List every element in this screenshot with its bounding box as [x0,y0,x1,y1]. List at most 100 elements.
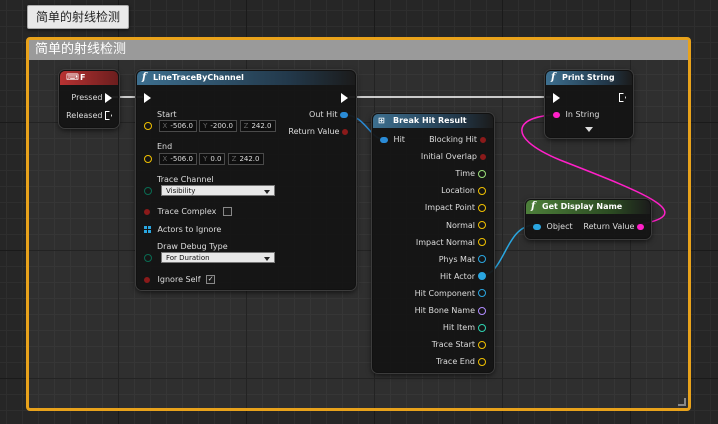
break-output-row: Phys Mat [439,254,486,266]
break-output-row: Initial Overlap [421,151,486,163]
ignore-self-checkbox[interactable]: ✓ [206,275,216,284]
break-output-pin[interactable] [478,255,486,264]
break-output-pin[interactable] [480,136,486,143]
function-icon: f [551,72,556,83]
end-x-field[interactable]: X -506.0 [158,153,197,165]
start-vector-pin[interactable] [144,122,152,130]
out-hit-label: Out Hit [309,110,338,119]
get-display-name-node[interactable]: f Get Display Name Object Return Value [525,199,651,239]
key-f-node-title: F [80,73,86,82]
hit-struct-pin[interactable] [380,136,388,143]
return-value-bool-pin[interactable] [342,128,348,135]
break-output-label: Impact Normal [415,237,475,247]
break-output-row: Impact Point [425,202,486,214]
break-output-label: Hit Bone Name [414,306,475,315]
expand-arrow-icon[interactable] [585,127,593,132]
end-z-field[interactable]: Z 242.0 [227,153,264,165]
trace-channel-pin-row [144,185,152,197]
start-y-field[interactable]: Y -200.0 [199,120,238,132]
key-f-node[interactable]: ⌨ F Pressed Released [59,70,119,128]
break-output-pin[interactable] [480,153,486,160]
break-output-pin[interactable] [478,169,486,178]
draw-debug-type-pin[interactable] [144,253,152,262]
break-hit-header[interactable]: ⊞ Break Hit Result [373,114,493,128]
released-label: Released [66,111,103,120]
display-name-return-row: Return Value [583,221,644,233]
break-output-row: Time [455,168,486,180]
in-string-row: In String [553,109,599,121]
trace-exec-in-pin[interactable] [144,92,151,103]
end-vector-pin[interactable] [144,155,152,163]
trace-channel-pin[interactable] [144,186,152,195]
function-icon: f [531,201,536,212]
break-output-pin[interactable] [478,186,486,195]
break-output-pin[interactable] [478,203,486,212]
line-trace-node[interactable]: f LineTraceByChannel Start X -506.0 Y -200… [136,70,356,290]
start-x-field[interactable]: X -506.0 [158,120,197,132]
break-output-pin[interactable] [478,340,486,349]
print-exec-out-pin[interactable] [619,93,626,102]
break-output-row: Hit Item [443,322,486,334]
break-output-label: Normal [446,220,475,230]
pressed-exec-pin[interactable] [105,92,112,103]
break-output-row: Trace Start [432,339,486,351]
draw-debug-type-dropdown[interactable]: For Duration [161,252,275,263]
pressed-row: Pressed [71,92,112,104]
trace-complex-label: Trace Complex [157,207,217,216]
line-trace-title: LineTraceByChannel [153,73,244,82]
trace-exec-out-pin[interactable] [341,92,348,103]
object-input-row: Object [533,221,573,233]
break-output-row: Trace End [436,356,486,368]
return-value-row: Return Value [288,126,348,138]
trace-complex-pin[interactable] [144,208,150,215]
hit-input-row: Hit [380,134,405,146]
get-display-name-header[interactable]: f Get Display Name [526,200,650,214]
trace-complex-checkbox[interactable] [222,207,232,216]
break-output-label: Blocking Hit [429,135,477,144]
break-output-label: Initial Overlap [420,152,477,162]
released-row: Released [66,110,112,122]
display-name-return-pin[interactable] [637,223,644,230]
end-y-field[interactable]: Y 0.0 [199,153,226,165]
break-output-row: Hit Bone Name [415,305,486,317]
start-z-field[interactable]: Z 242.0 [239,120,276,132]
object-pin[interactable] [533,223,541,230]
actors-to-ignore-label: Actors to Ignore [157,225,222,234]
trace-exec-in-row [144,92,151,104]
print-exec-in-pin[interactable] [553,92,560,103]
break-output-label: Phys Mat [438,254,475,264]
line-trace-node-header[interactable]: f LineTraceByChannel [137,71,355,85]
break-output-label: Trace End [436,357,475,367]
pressed-label: Pressed [71,93,103,102]
in-string-pin[interactable] [553,111,560,118]
print-string-node[interactable]: f Print String In String [545,70,633,138]
break-output-label: Hit Item [442,323,475,333]
break-output-label: Time [455,169,475,179]
out-hit-row: Out Hit [309,109,348,121]
print-string-header[interactable]: f Print String [546,71,632,85]
array-pin-icon[interactable] [144,226,151,233]
function-icon: f [142,72,147,83]
start-row: X -506.0 Y -200.0 Z 242.0 [144,120,276,132]
break-output-pin[interactable] [478,306,486,315]
ignore-self-pin[interactable] [144,276,150,283]
break-output-row: Hit Actor [440,271,486,283]
in-string-label: In String [565,110,600,119]
key-f-node-header[interactable]: ⌨ F [60,71,118,85]
break-output-pin[interactable] [478,357,486,366]
break-output-pin[interactable] [478,238,486,247]
trace-channel-dropdown[interactable]: Visibility [161,185,275,196]
break-hit-result-node[interactable]: ⊞ Break Hit Result Hit Blocking Hit Initi… [372,113,494,373]
released-exec-pin[interactable] [105,111,112,120]
break-output-label: Hit Actor [440,271,475,281]
break-output-pin[interactable] [478,323,486,332]
actors-to-ignore-row: Actors to Ignore [144,224,221,236]
trace-exec-out-row [341,92,348,104]
break-output-pin[interactable] [478,289,486,298]
break-output-pin[interactable] [478,272,486,281]
break-hit-title: Break Hit Result [393,116,467,125]
print-exec-out-row [619,92,626,104]
object-label: Object [546,222,573,231]
break-output-pin[interactable] [478,221,486,229]
out-hit-struct-pin[interactable] [340,111,348,118]
